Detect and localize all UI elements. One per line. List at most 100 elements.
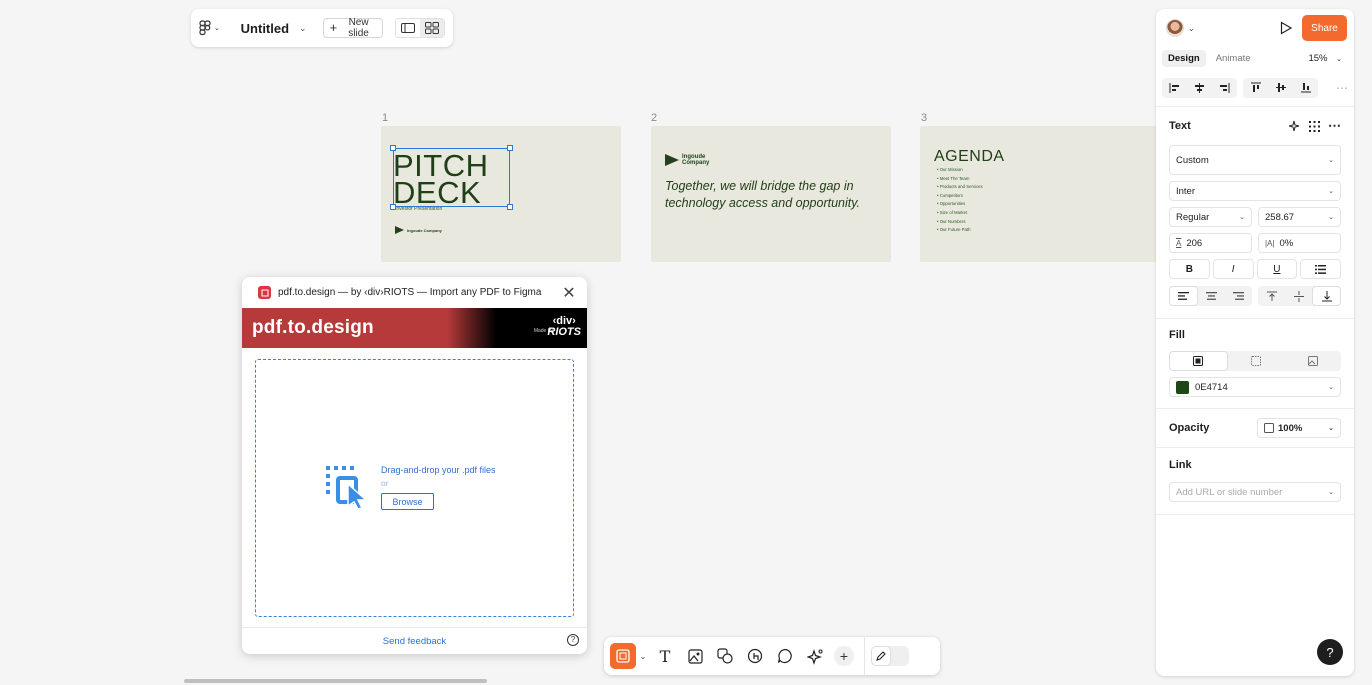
line-height-input[interactable]: A 206 — [1169, 233, 1252, 253]
align-bottom-icon[interactable] — [1293, 78, 1318, 98]
resize-handle[interactable] — [507, 145, 513, 151]
document-title[interactable]: Untitled — [241, 21, 289, 36]
list-button[interactable] — [1300, 259, 1341, 279]
top-toolbar: ⌄ Untitled ⌄ + New slide — [191, 9, 453, 47]
text-align-right-icon[interactable] — [1225, 286, 1252, 306]
company-logo: Ingoude Company — [395, 226, 442, 234]
browse-button[interactable]: Browse — [381, 493, 434, 510]
text-format-group: B I U — [1169, 259, 1341, 279]
text-align-top-icon[interactable] — [1258, 286, 1285, 306]
comment-tool[interactable] — [770, 642, 800, 670]
color-swatch[interactable] — [1176, 380, 1189, 394]
shape-tool[interactable] — [710, 642, 740, 670]
grid-view-icon[interactable] — [420, 19, 444, 37]
agenda-item: Our Mission — [937, 166, 983, 175]
new-slide-button[interactable]: + New slide — [322, 17, 383, 39]
align-middle-icon[interactable] — [1268, 78, 1293, 98]
add-tool-button[interactable]: + — [834, 646, 854, 666]
interaction-tool[interactable] — [740, 642, 770, 670]
more-icon[interactable]: ⋯ — [1336, 81, 1348, 95]
touch-icon — [747, 648, 763, 664]
plus-icon: + — [329, 20, 338, 35]
slide-1[interactable]: PITCH DECK Investor Presentation Ingoude … — [381, 126, 621, 262]
text-tool[interactable]: T — [650, 642, 680, 670]
image-fill-icon[interactable] — [1284, 351, 1341, 371]
plugin-title: pdf.to.design — by ‹div›RIOTS — Import a… — [278, 287, 542, 298]
text-section: Text ⋯ Custom ⌄ Inter ⌄ Regular ⌄ 258.67 ⌄ A… — [1156, 107, 1354, 319]
help-icon[interactable]: ? — [567, 634, 579, 646]
letter-spacing-input[interactable]: |A| 0% — [1258, 233, 1341, 253]
chevron-down-icon: ⌄ — [1328, 384, 1334, 391]
plugin-footer: Send feedback ? — [242, 627, 587, 654]
agenda-item: Our Future Path — [937, 226, 983, 235]
chevron-down-icon[interactable]: ⌄ — [1188, 24, 1195, 33]
close-icon[interactable]: ✕ — [561, 283, 577, 303]
fill-section: Fill 0E4714 ⌄ — [1156, 319, 1354, 409]
sparkle-edit-icon[interactable] — [1289, 120, 1301, 132]
text-style-select[interactable]: Custom ⌄ — [1169, 145, 1341, 175]
plus-icon: + — [839, 648, 849, 664]
properties-panel: ⌄ Share Design Animate 15% ⌄ ⋯ Text ⋯ Cu… — [1156, 9, 1354, 676]
zoom-level[interactable]: 15% ⌄ — [1308, 53, 1348, 64]
more-icon[interactable]: ⋯ — [1328, 118, 1341, 134]
spacing-row: A 206 |A| 0% — [1169, 233, 1341, 259]
text-align-bottom-icon[interactable] — [1312, 286, 1341, 306]
help-button[interactable]: ? — [1317, 639, 1343, 665]
figma-menu[interactable]: ⌄ — [199, 20, 223, 36]
tab-animate[interactable]: Animate — [1210, 50, 1257, 67]
dev-mode-toggle[interactable] — [871, 646, 909, 666]
selection-box[interactable] — [390, 145, 513, 210]
avatar[interactable] — [1166, 19, 1184, 37]
slide-tool[interactable] — [610, 643, 636, 669]
slide-quote: Together, we will bridge the gap in tech… — [665, 179, 861, 210]
play-icon[interactable] — [1280, 21, 1292, 35]
italic-button[interactable]: I — [1212, 259, 1254, 279]
ai-tool[interactable] — [800, 642, 830, 670]
horizontal-scrollbar[interactable] — [184, 679, 487, 683]
plugin-brand: pdf.to.design — [252, 317, 374, 338]
plugin-header: pdf.to.design — by ‹div›RIOTS — Import a… — [242, 277, 587, 308]
font-family-select[interactable]: Inter ⌄ — [1169, 181, 1341, 201]
slide-3[interactable]: AGENDA Our Mission Meet The Team Product… — [920, 126, 1160, 262]
slide-2[interactable]: Ingoude Company Together, we will bridge… — [651, 126, 891, 262]
resize-handle[interactable] — [507, 204, 513, 210]
text-align-left-icon[interactable] — [1169, 286, 1198, 306]
vertical-text-align-group — [1258, 286, 1341, 306]
align-right-icon[interactable] — [1212, 78, 1237, 98]
slide-frame-icon — [616, 649, 630, 663]
solid-fill-icon[interactable] — [1169, 351, 1228, 371]
panel-header: ⌄ Share — [1156, 9, 1354, 47]
chevron-down-icon: ⌄ — [1239, 214, 1245, 221]
resize-handle[interactable] — [390, 145, 396, 151]
chevron-down-icon[interactable]: ⌄ — [636, 652, 650, 661]
align-top-icon[interactable] — [1243, 78, 1268, 98]
fill-color-select[interactable]: 0E4714 ⌄ — [1169, 377, 1341, 397]
link-input[interactable]: Add URL or slide number ⌄ — [1169, 482, 1341, 502]
text-align-row — [1169, 286, 1341, 306]
opacity-input[interactable]: 100% ⌄ — [1257, 418, 1341, 438]
toolbar-divider — [864, 637, 865, 675]
agenda-title: AGENDA — [934, 148, 1005, 165]
company-logo: Ingoude Company — [665, 154, 725, 166]
text-align-middle-icon[interactable] — [1285, 286, 1312, 306]
chevron-down-icon: ⌄ — [1328, 188, 1334, 195]
sparkle-icon — [806, 648, 822, 665]
send-feedback-link[interactable]: Send feedback — [383, 636, 446, 647]
font-size-input[interactable]: 258.67 ⌄ — [1258, 207, 1341, 227]
underline-button[interactable]: U — [1256, 259, 1298, 279]
gradient-fill-icon[interactable] — [1228, 351, 1285, 371]
text-align-center-icon[interactable] — [1198, 286, 1225, 306]
align-left-icon[interactable] — [1162, 78, 1187, 98]
tab-design[interactable]: Design — [1162, 49, 1206, 67]
share-button[interactable]: Share — [1302, 15, 1347, 41]
pdf-dropzone[interactable]: Drag-and-drop your .pdf files or Browse — [255, 359, 574, 617]
agenda-item: Size of Market — [937, 209, 983, 218]
grid-dots-icon[interactable] — [1309, 120, 1320, 132]
bold-button[interactable]: B — [1169, 259, 1210, 279]
align-center-icon[interactable] — [1187, 78, 1212, 98]
image-tool[interactable] — [680, 642, 710, 670]
chevron-down-icon[interactable]: ⌄ — [299, 23, 307, 34]
resize-handle[interactable] — [390, 204, 396, 210]
font-weight-select[interactable]: Regular ⌄ — [1169, 207, 1252, 227]
single-view-icon[interactable] — [396, 19, 420, 37]
